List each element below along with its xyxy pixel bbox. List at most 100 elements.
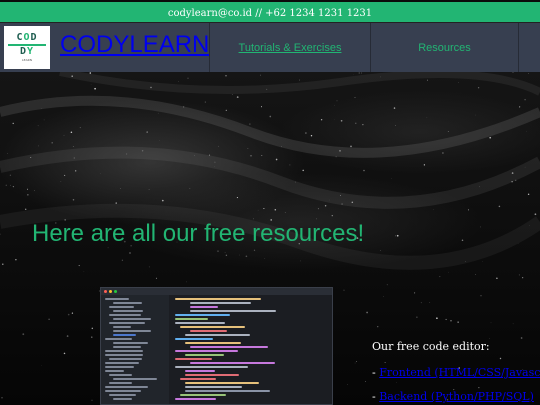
star <box>12 185 15 188</box>
file-tree-line <box>113 398 132 400</box>
code-editor-screenshot <box>100 287 333 405</box>
code-line <box>190 302 252 304</box>
star <box>7 153 8 154</box>
star <box>356 361 357 362</box>
star <box>22 333 25 336</box>
code-line <box>175 366 249 368</box>
star <box>27 188 28 190</box>
nav-resources-link[interactable]: Resources <box>371 23 518 72</box>
star <box>225 109 227 111</box>
file-tree-line <box>105 390 142 392</box>
code-line <box>175 322 225 324</box>
logo[interactable]: COD DY LEARN <box>4 26 50 69</box>
code-line <box>190 310 277 312</box>
star <box>72 145 74 148</box>
nav-tutorials-link[interactable]: Tutorials & Exercises <box>210 23 370 72</box>
star <box>224 252 226 253</box>
file-tree-line <box>105 354 144 356</box>
file-tree-line <box>105 366 134 368</box>
star <box>218 145 220 147</box>
star <box>305 132 307 134</box>
code-line <box>185 334 250 336</box>
star <box>299 79 300 81</box>
star <box>43 119 45 121</box>
file-tree-line <box>113 318 152 320</box>
star <box>38 145 39 147</box>
star <box>384 361 386 363</box>
free-editor-heading: Our free code editor: <box>372 340 490 353</box>
star <box>467 209 469 211</box>
star <box>489 338 490 339</box>
file-tree-line <box>113 346 141 348</box>
code-line <box>175 318 209 320</box>
star <box>63 352 66 355</box>
star <box>475 274 477 275</box>
star <box>347 384 348 385</box>
star <box>479 226 481 228</box>
star <box>528 73 529 74</box>
star <box>526 130 527 132</box>
file-tree-line <box>109 374 132 376</box>
frontend-editor-link[interactable]: Frontend (HTML/CSS/Javascript) <box>379 366 540 379</box>
star <box>275 158 278 161</box>
star <box>423 164 426 166</box>
code-line <box>185 342 242 344</box>
star <box>91 327 94 330</box>
star <box>236 96 239 98</box>
code-line <box>185 386 242 388</box>
star <box>155 277 158 279</box>
star <box>247 148 249 149</box>
file-tree-line <box>109 306 135 308</box>
star <box>527 193 530 195</box>
star <box>25 208 27 210</box>
star <box>340 119 343 122</box>
star <box>189 188 191 189</box>
star <box>498 205 501 208</box>
star <box>261 155 263 156</box>
star <box>355 122 357 124</box>
star <box>362 124 364 126</box>
star <box>512 323 514 325</box>
star <box>524 98 526 101</box>
star <box>519 106 521 108</box>
code-line <box>180 326 245 328</box>
backend-editor-link[interactable]: Backend (Python/PHP/SQL) <box>379 390 534 403</box>
star <box>534 213 537 216</box>
star <box>41 365 42 366</box>
star <box>72 198 75 201</box>
star <box>457 321 459 323</box>
star <box>475 114 476 116</box>
frontend-editor-item: - Frontend (HTML/CSS/Javascript) <box>372 366 540 379</box>
star <box>310 135 313 137</box>
star <box>363 169 365 172</box>
star <box>477 87 480 89</box>
star <box>34 190 35 191</box>
star <box>225 254 228 256</box>
star <box>366 311 368 314</box>
star <box>60 181 62 182</box>
code-line <box>190 330 227 332</box>
navbar: COD DY LEARN CODYLEARN Tutorials & Exerc… <box>0 22 540 72</box>
star <box>489 136 492 139</box>
star <box>343 289 345 291</box>
logo-mark-top: COD <box>16 32 38 43</box>
code-line <box>175 314 230 316</box>
star <box>37 125 39 127</box>
star <box>250 154 252 157</box>
star <box>217 250 219 252</box>
star <box>9 174 12 176</box>
star <box>496 277 498 279</box>
star <box>91 336 93 338</box>
code-line <box>190 346 268 348</box>
star <box>121 259 124 261</box>
star <box>482 261 484 262</box>
star <box>320 119 323 121</box>
star <box>520 337 523 339</box>
brand-link[interactable]: CODYLEARN <box>60 31 209 59</box>
star <box>395 235 396 237</box>
star <box>429 302 431 303</box>
logo-tagline: LEARN <box>22 58 32 62</box>
contact-text: codylearn@co.id // +62 1234 1231 1231 <box>167 8 373 19</box>
star <box>236 197 238 199</box>
editor-file-tree <box>101 295 169 404</box>
